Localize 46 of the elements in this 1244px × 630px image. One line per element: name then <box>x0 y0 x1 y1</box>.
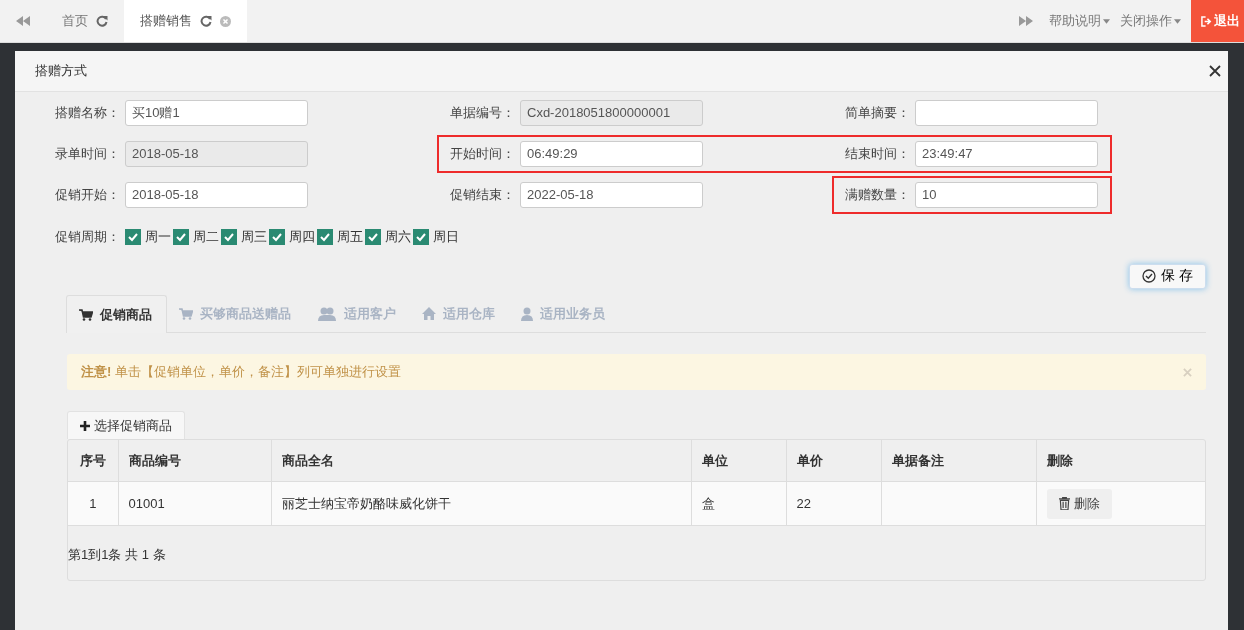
field-label: 单据编号： <box>449 103 515 122</box>
column-header: 单位 <box>691 440 786 482</box>
column-header: 单据备注 <box>881 440 1036 482</box>
table-cell: 盒 <box>691 481 786 526</box>
table-cell: 01001 <box>118 481 271 526</box>
tab[interactable]: 促销商品 <box>66 295 167 333</box>
checkbox-label: 周一 <box>145 228 171 246</box>
input-field[interactable]: 23:49:47 <box>915 140 1098 167</box>
table-cell: 丽芝士纳宝帝奶酪味威化饼干 <box>271 481 691 526</box>
checkbox-label: 周五 <box>337 228 363 246</box>
dialog-title: 搭赠方式 <box>35 62 87 80</box>
column-header: 删除 <box>1036 440 1205 482</box>
page-tab[interactable]: 搭赠销售 <box>124 0 247 42</box>
checkbox-label: 周三 <box>241 228 267 246</box>
input-field[interactable]: 2018-05-18 <box>125 181 308 208</box>
field-label: 搭赠名称： <box>54 103 120 122</box>
checkbox-label: 周二 <box>193 228 219 246</box>
field-label: 促销结束： <box>449 185 515 204</box>
field-label: 开始时间： <box>449 144 515 163</box>
checkbox-label: 周四 <box>289 228 315 246</box>
field-label: 满赠数量： <box>844 185 910 204</box>
field-label: 促销开始： <box>54 185 120 204</box>
input-field[interactable]: 买10赠1 <box>125 99 308 126</box>
save-button[interactable]: 保 存 <box>1129 263 1206 289</box>
checkbox-label: 周六 <box>385 228 411 246</box>
checkbox-label: 周日 <box>433 228 459 246</box>
input-field[interactable]: 2022-05-18 <box>520 181 703 208</box>
column-header: 商品编号 <box>118 440 271 482</box>
dropdown-menu[interactable]: 关闭操作 <box>1120 12 1181 30</box>
column-header: 商品全名 <box>271 440 691 482</box>
page-tab[interactable]: 首页 <box>46 0 124 42</box>
input-field[interactable]: 06:49:29 <box>520 140 703 167</box>
column-header: 单价 <box>786 440 881 482</box>
field-label: 促销周期： <box>54 228 120 246</box>
delete-button[interactable]: 删除 <box>1046 488 1112 519</box>
select-products-button[interactable]: 选择促销商品 <box>67 411 185 439</box>
input-field[interactable]: 10 <box>915 181 1098 208</box>
field-label: 简单摘要： <box>844 103 910 122</box>
pagination-info: 第1到1条 共 1 条 <box>68 546 167 564</box>
table-cell: 1 <box>68 481 118 526</box>
alert-message: 注意! 单击【促销单位，单价，备注】列可单独进行设置 <box>81 363 401 381</box>
field-label: 录单时间： <box>54 144 120 163</box>
column-header: 序号 <box>68 440 118 482</box>
table-cell: 22 <box>786 481 881 526</box>
field-label: 结束时间： <box>844 144 910 163</box>
dropdown-menu[interactable]: 帮助说明 <box>1049 12 1110 30</box>
